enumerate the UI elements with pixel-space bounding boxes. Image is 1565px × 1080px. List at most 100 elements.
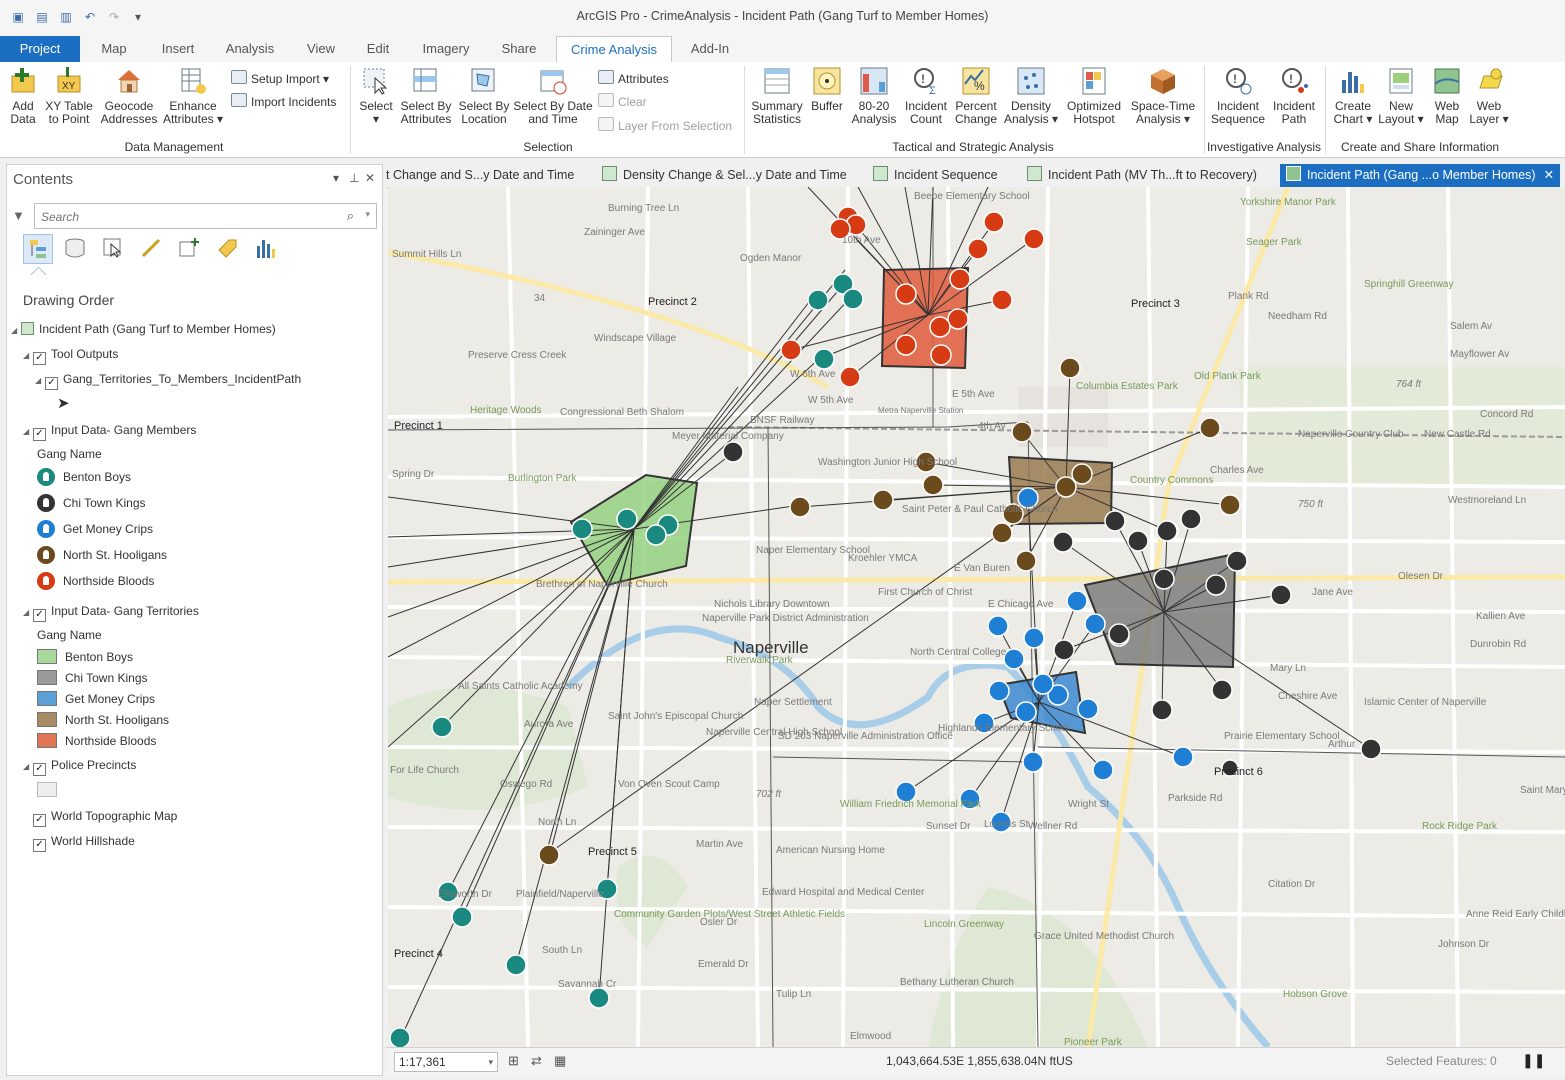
member-marker[interactable] xyxy=(1003,648,1025,670)
tab-view[interactable]: View xyxy=(294,36,348,62)
web-layer-button[interactable]: Web Layer ▾ xyxy=(1466,66,1512,126)
member-marker[interactable] xyxy=(588,987,610,1009)
tab-map-view[interactable]: Incident Path (MV Th...ft to Recovery) xyxy=(1027,164,1257,187)
member-marker[interactable] xyxy=(1023,228,1045,250)
member-marker[interactable] xyxy=(389,1027,411,1047)
tab-project[interactable]: Project xyxy=(0,36,80,62)
member-marker[interactable] xyxy=(983,211,1005,233)
member-marker[interactable] xyxy=(1066,590,1088,612)
map-node[interactable]: ◢ Incident Path (Gang Turf to Member Home… xyxy=(11,322,276,336)
map-scale-selector[interactable]: 1:17,361 ▾ xyxy=(394,1052,498,1072)
collapse-icon[interactable]: ◢ xyxy=(35,376,45,385)
map-view[interactable]: Precinct 1 Precinct 2 Precinct 3 Precinc… xyxy=(388,187,1565,1047)
tool-outputs-group[interactable]: ◢ ✓ Tool Outputs xyxy=(23,347,118,365)
member-marker[interactable] xyxy=(807,289,829,311)
search-icon[interactable]: ⌕ xyxy=(347,208,354,224)
incident-path-layer[interactable]: ◢ ✓ Gang_Territories_To_Members_IncidentPa… xyxy=(35,372,301,390)
clear-selection-button[interactable]: Clear xyxy=(598,93,647,109)
member-marker[interactable] xyxy=(842,288,864,310)
member-marker[interactable] xyxy=(1219,494,1241,516)
gang-members-checkbox[interactable]: ✓ xyxy=(33,428,46,441)
import-incidents-button[interactable]: Import Incidents xyxy=(231,93,336,109)
web-map-button[interactable]: Web Map xyxy=(1426,66,1468,126)
incident-sequence-button[interactable]: ! Incident Sequence xyxy=(1208,66,1268,126)
member-marker[interactable] xyxy=(571,518,593,540)
optimized-hotspot-button[interactable]: Optimized Hotspot xyxy=(1062,66,1126,126)
member-marker[interactable] xyxy=(1022,751,1044,773)
member-marker[interactable] xyxy=(789,496,811,518)
list-by-selection-button[interactable] xyxy=(99,234,127,262)
tab-map-view-active[interactable]: Incident Path (Gang ...o Member Homes) ✕ xyxy=(1280,164,1561,187)
close-tab-icon[interactable]: ✕ xyxy=(1544,168,1554,182)
setup-import-button[interactable]: Setup Import ▾ xyxy=(231,70,329,86)
collapse-icon[interactable]: ◢ xyxy=(23,608,33,617)
create-chart-button[interactable]: Create Chart ▾ xyxy=(1330,66,1376,126)
member-marker[interactable] xyxy=(722,441,744,463)
list-by-editing-button[interactable] xyxy=(137,234,165,262)
member-marker[interactable] xyxy=(947,308,969,330)
gang-territories-layer[interactable]: ◢ ✓ Input Data- Gang Territories xyxy=(23,604,199,622)
member-marker[interactable] xyxy=(1270,584,1292,606)
navigate-icon[interactable]: ⇄ xyxy=(531,1053,542,1069)
incident-path-checkbox[interactable]: ✓ xyxy=(45,377,58,390)
member-marker[interactable] xyxy=(872,489,894,511)
summary-statistics-button[interactable]: Summary Statistics xyxy=(748,66,806,126)
tab-add-in[interactable]: Add-In xyxy=(678,36,742,62)
member-marker[interactable] xyxy=(991,522,1013,544)
member-marker[interactable] xyxy=(1360,738,1382,760)
member-marker[interactable] xyxy=(895,334,917,356)
member-marker[interactable] xyxy=(780,339,802,361)
tab-map-view[interactable]: Incident Sequence xyxy=(873,164,998,187)
contents-search-input[interactable] xyxy=(39,207,333,226)
member-marker[interactable] xyxy=(813,348,835,370)
member-marker[interactable] xyxy=(1077,698,1099,720)
grid-icon[interactable]: ▦ xyxy=(554,1053,566,1069)
member-marker[interactable] xyxy=(922,474,944,496)
scale-dropdown-icon[interactable]: ▾ xyxy=(488,1053,493,1071)
tab-analysis[interactable]: Analysis xyxy=(216,36,284,62)
select-by-date-time-button[interactable]: Select By Date and Time xyxy=(512,66,594,126)
tab-edit[interactable]: Edit xyxy=(356,36,400,62)
contents-search-box[interactable]: ⌕ ▾ xyxy=(34,203,377,229)
buffer-button[interactable]: Buffer xyxy=(806,66,848,113)
member-marker[interactable] xyxy=(1084,613,1106,635)
member-marker[interactable] xyxy=(616,508,638,530)
member-marker[interactable] xyxy=(645,524,667,546)
member-marker[interactable] xyxy=(1071,463,1093,485)
enhance-attributes-button[interactable]: Enhance Attributes ▾ xyxy=(160,66,226,126)
percent-change-button[interactable]: % Percent Change xyxy=(952,66,1000,126)
member-marker[interactable] xyxy=(929,316,951,338)
member-marker[interactable] xyxy=(1151,699,1173,721)
pane-options-icon[interactable]: ▾ xyxy=(333,171,339,185)
member-marker[interactable] xyxy=(991,289,1013,311)
member-marker[interactable] xyxy=(1211,679,1233,701)
member-marker[interactable] xyxy=(988,680,1010,702)
member-marker[interactable] xyxy=(1172,746,1194,768)
incident-path-button[interactable]: ! Incident Path xyxy=(1268,66,1320,126)
select-by-attributes-button[interactable]: Select By Attributes xyxy=(398,66,454,126)
member-marker[interactable] xyxy=(930,344,952,366)
hillshade-layer[interactable]: ✓ World Hillshade xyxy=(33,834,135,852)
topo-checkbox[interactable]: ✓ xyxy=(33,814,46,827)
member-marker[interactable] xyxy=(1153,568,1175,590)
member-marker[interactable] xyxy=(1053,639,1075,661)
member-marker[interactable] xyxy=(1226,550,1248,572)
close-pane-icon[interactable]: ✕ xyxy=(365,171,375,185)
topo-layer[interactable]: ✓ World Topographic Map xyxy=(33,809,177,827)
density-analysis-button[interactable]: Density Analysis ▾ xyxy=(1002,66,1060,126)
gang-territories-checkbox[interactable]: ✓ xyxy=(33,609,46,622)
collapse-icon[interactable]: ◢ xyxy=(23,351,33,360)
member-marker[interactable] xyxy=(538,844,560,866)
member-marker[interactable] xyxy=(1127,530,1149,552)
add-data-button[interactable]: Add Data xyxy=(4,66,42,126)
tab-share[interactable]: Share xyxy=(490,36,548,62)
hillshade-checkbox[interactable]: ✓ xyxy=(33,839,46,852)
fixed-scale-icon[interactable]: ⊞ xyxy=(508,1053,519,1069)
list-by-snapping-button[interactable] xyxy=(175,234,203,262)
pin-icon[interactable]: ⊥ xyxy=(349,171,359,185)
geocode-addresses-button[interactable]: Geocode Addresses xyxy=(98,66,160,126)
member-marker[interactable] xyxy=(1015,701,1037,723)
member-marker[interactable] xyxy=(1032,673,1054,695)
map-canvas[interactable]: Precinct 1 Precinct 2 Precinct 3 Precinc… xyxy=(388,187,1565,1047)
member-marker[interactable] xyxy=(1011,421,1033,443)
